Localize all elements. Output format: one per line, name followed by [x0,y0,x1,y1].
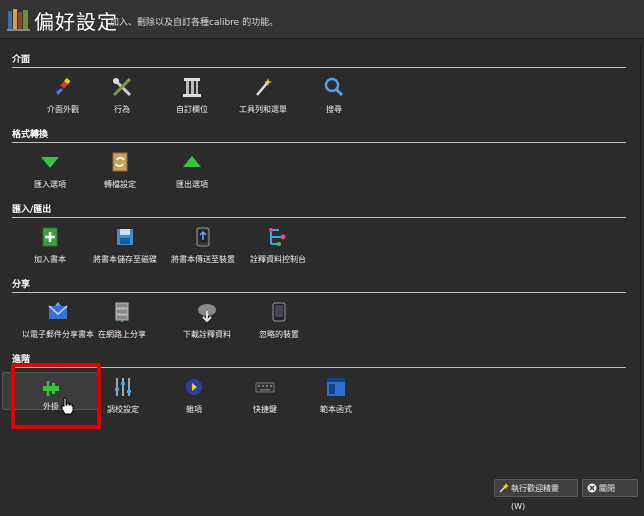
sliders-icon [115,378,131,396]
save-disk-icon [117,229,133,245]
close-button[interactable]: 關閉 [582,479,638,497]
misc-icon [186,379,202,395]
section-divider [12,67,626,68]
item-label: 詮釋資料控制台 [250,255,306,264]
title-bar: 偏好設定 加入、刪除以及自訂各種calibre 的功能。 [0,0,644,39]
search-icon [324,77,344,97]
footer-bar: 執行歡迎精靈(W) 關閉 [0,476,644,511]
add-book-icon [42,227,58,247]
calibre-logo-icon [7,9,30,31]
send-device-icon [196,227,210,247]
tablet-icon [272,302,286,322]
preferences-panel: 介面 介面外觀 行為 自訂欄位 工具列和選單 搜尋 格式轉換 匯入選項 轉檔設定… [0,44,641,474]
pref-output-options[interactable]: 匯出選項 [144,151,240,203]
pref-content-server[interactable]: 在網路上分享 [74,301,170,353]
template-icon [327,378,345,396]
arrow-up-icon [183,156,201,167]
item-label: 搜尋 [326,105,342,114]
pref-searching[interactable]: 搜尋 [286,76,382,128]
hand-cursor-icon [61,397,74,415]
cloud-download-icon [198,304,216,323]
server-icon [115,302,129,322]
item-label: 範本函式 [320,405,352,414]
section-title: 介面 [12,55,31,65]
wand-icon [499,483,509,493]
welcome-wizard-label: 執行歡迎精靈(W) [511,484,559,511]
close-label: 關閉 [599,484,615,493]
pref-metadata-plugboards[interactable]: 詮釋資料控制台 [230,226,326,278]
page-subtitle: 加入、刪除以及自訂各種calibre 的功能。 [110,18,279,28]
section-divider [12,292,626,293]
section-divider [12,217,626,218]
item-label: 在網路上分享 [98,330,146,339]
plugin-icon [43,381,59,396]
metadata-icon [269,228,286,246]
email-icon [48,302,68,319]
section-title: 匯入/匯出 [12,205,52,215]
section-title: 格式轉換 [12,130,49,140]
column-icon [183,78,201,97]
tools-icon [112,77,132,97]
pref-ignored-devices[interactable]: 忽略的裝置 [231,301,327,353]
section-title: 分享 [12,280,31,290]
item-label: 匯出選項 [176,180,208,189]
page-title: 偏好設定 [34,10,118,34]
convert-icon [112,152,128,172]
section-title: 進階 [12,355,31,365]
close-icon [587,483,597,493]
magic-wand-icon [256,78,272,96]
section-divider [12,142,626,143]
welcome-wizard-button[interactable]: 執行歡迎精靈(W) [494,479,578,511]
arrow-down-icon [41,157,59,168]
item-label: 忽略的裝置 [259,330,299,339]
brush-icon [56,77,71,95]
keyboard-icon [255,382,275,393]
section-divider [12,367,626,368]
pref-template-functions[interactable]: 範本函式 [288,376,384,428]
